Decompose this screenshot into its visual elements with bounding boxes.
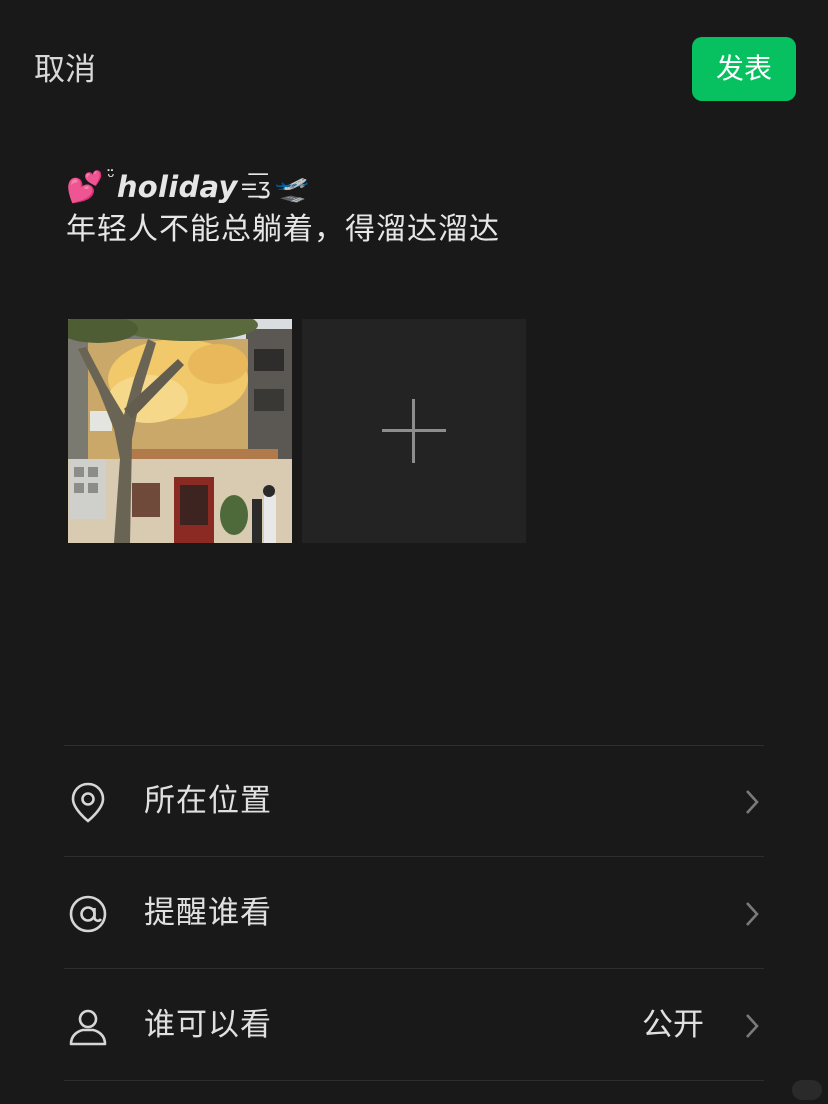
chevron-right-icon bbox=[746, 790, 759, 814]
post-moment-screen: 取消 发表 💕 ᵕ̈ holiday =͟͟͞ʒ 🛫 年轻人不能总躺着，得溜达溜… bbox=[0, 0, 828, 1104]
option-mention[interactable]: 提醒谁看 bbox=[64, 858, 764, 968]
divider bbox=[64, 968, 764, 969]
post-text-area[interactable]: 💕 ᵕ̈ holiday =͟͟͞ʒ 🛫 年轻人不能总躺着，得溜达溜达 bbox=[66, 164, 766, 250]
option-label: 所在位置 bbox=[144, 783, 272, 819]
watermark-logo bbox=[792, 1080, 822, 1100]
person-icon bbox=[69, 1009, 107, 1046]
post-text-line-2: 年轻人不能总躺着，得溜达溜达 bbox=[66, 212, 500, 247]
option-visibility[interactable]: 谁可以看 公开 bbox=[64, 970, 764, 1080]
add-photo-button[interactable] bbox=[302, 319, 526, 543]
post-text-line-1: 💕 ᵕ̈ holiday =͟͟͞ʒ 🛫 bbox=[66, 164, 766, 210]
chevron-right-icon bbox=[746, 902, 759, 926]
option-label: 谁可以看 bbox=[144, 1007, 272, 1043]
street-photo-image bbox=[68, 319, 292, 543]
chevron-right-icon bbox=[746, 1014, 759, 1038]
location-pin-icon bbox=[71, 782, 105, 823]
cancel-button[interactable]: 取消 bbox=[34, 48, 96, 92]
option-location[interactable]: 所在位置 bbox=[64, 746, 764, 856]
visibility-value: 公开 bbox=[642, 1007, 704, 1043]
option-label: 提醒谁看 bbox=[144, 895, 272, 931]
photo-thumbnail[interactable] bbox=[68, 319, 292, 543]
holiday-word: holiday bbox=[116, 170, 238, 204]
divider bbox=[64, 1080, 764, 1081]
at-icon bbox=[69, 895, 107, 933]
airplane-departure-emoji: 🛫 bbox=[274, 170, 310, 204]
kiss-kaomoji: =͟͟͞ʒ bbox=[239, 174, 271, 200]
two-hearts-emoji: 💕 bbox=[66, 169, 104, 205]
publish-button[interactable]: 发表 bbox=[692, 37, 796, 101]
smile-kaomoji: ᵕ̈ bbox=[107, 166, 115, 188]
divider bbox=[64, 856, 764, 857]
